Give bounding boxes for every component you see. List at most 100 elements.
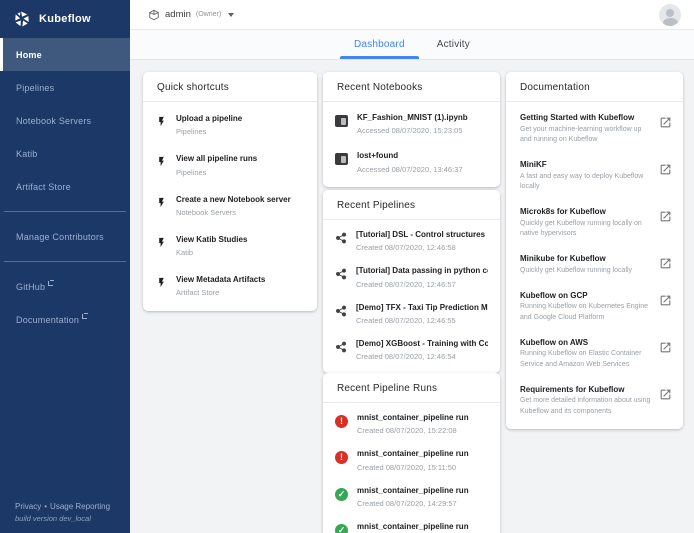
doc-link-minikube[interactable]: Minikube for Kubeflow Quickly get Kubefl… xyxy=(506,246,683,283)
doc-link-kubeflow-aws[interactable]: Kubeflow on AWS Running Kubeflow on Elas… xyxy=(506,330,683,377)
open-in-new-icon xyxy=(659,341,672,354)
pipeline-run-item[interactable]: ! mnist_container_pipeline run Created 0… xyxy=(323,442,500,478)
doc-title: Getting Started with Kubeflow xyxy=(520,112,651,123)
shortcut-view-katib-studies[interactable]: View Katib Studies Katib xyxy=(143,226,317,266)
card-title: Recent Pipelines xyxy=(323,190,500,220)
tab-label: Activity xyxy=(437,39,470,50)
doc-title: Kubeflow on GCP xyxy=(520,290,651,301)
shortcut-subtitle: Artifact Store xyxy=(176,288,305,297)
pipeline-title: [Tutorial] Data passing in python comp..… xyxy=(356,266,488,277)
doc-link-getting-started[interactable]: Getting Started with Kubeflow Get your m… xyxy=(506,105,683,152)
avatar-body xyxy=(663,18,678,26)
doc-description: Running Kubeflow on Elastic Container Se… xyxy=(520,349,651,369)
shortcut-title: Upload a pipeline xyxy=(176,114,305,125)
pipeline-title: [Demo] XGBoost - Training with Confusi..… xyxy=(356,339,488,350)
external-link-icon xyxy=(82,314,87,319)
shortcut-view-metadata-artifacts[interactable]: View Metadata Artifacts Artifact Store xyxy=(143,266,317,306)
tab-dashboard[interactable]: Dashboard xyxy=(338,30,421,59)
recent-notebooks-card: Recent Notebooks KF_Fashion_MNIST (1).ip… xyxy=(323,72,500,187)
run-title: mnist_container_pipeline run xyxy=(357,522,488,533)
pipeline-item[interactable]: [Demo] XGBoost - Training with Confusi..… xyxy=(323,332,500,368)
tab-activity[interactable]: Activity xyxy=(421,30,486,59)
doc-title: Kubeflow on AWS xyxy=(520,337,651,348)
pipeline-item[interactable]: [Demo] TFX - Taxi Tip Prediction Model .… xyxy=(323,296,500,332)
shortcut-subtitle: Pipelines xyxy=(176,127,305,136)
shortcut-create-notebook-server[interactable]: Create a new Notebook server Notebook Se… xyxy=(143,186,317,226)
shortcut-upload-pipeline[interactable]: Upload a pipeline Pipelines xyxy=(143,105,317,145)
sidebar-item-label: Pipelines xyxy=(16,83,54,93)
doc-description: Quickly get Kubeflow running locally on … xyxy=(520,219,651,239)
bolt-icon xyxy=(156,236,167,249)
build-version-text: build version dev_local xyxy=(15,514,110,523)
open-in-new-icon xyxy=(659,163,672,176)
sidebar-item-label: Notebook Servers xyxy=(16,116,91,126)
sidebar-item-label: GitHub xyxy=(16,282,45,292)
pipeline-run-item[interactable]: ✓ mnist_container_pipeline run Created 0… xyxy=(323,479,500,515)
sidebar-item-notebook-servers[interactable]: Notebook Servers xyxy=(0,104,130,137)
sidebar-item-github[interactable]: GitHub xyxy=(0,270,130,303)
pipeline-created: Created 08/07/2020, 12:46:57 xyxy=(356,280,488,289)
pipeline-icon xyxy=(335,341,347,353)
sidebar-item-pipelines[interactable]: Pipelines xyxy=(0,71,130,104)
shortcut-view-pipeline-runs[interactable]: View all pipeline runs Pipelines xyxy=(143,145,317,185)
run-title: mnist_container_pipeline run xyxy=(357,486,488,497)
namespace-icon xyxy=(148,9,160,21)
open-in-new-icon xyxy=(659,257,672,270)
pipeline-item[interactable]: [Tutorial] DSL - Control structures Crea… xyxy=(323,223,500,259)
sidebar-item-label: Manage Contributors xyxy=(16,232,104,242)
open-in-new-icon xyxy=(659,294,672,307)
avatar[interactable] xyxy=(659,4,681,26)
kubeflow-logo-icon xyxy=(13,10,31,28)
usage-reporting-link[interactable]: Usage Reporting xyxy=(50,502,110,511)
sidebar-item-artifact-store[interactable]: Artifact Store xyxy=(0,170,130,203)
namespace-name: admin xyxy=(165,9,191,20)
footer-separator: • xyxy=(44,502,47,511)
sidebar-item-manage-contributors[interactable]: Manage Contributors xyxy=(0,220,130,253)
doc-description: Get your machine-learning workflow up an… xyxy=(520,125,651,145)
open-in-new-icon xyxy=(659,388,672,401)
logo-row[interactable]: Kubeflow xyxy=(0,0,130,30)
doc-link-requirements[interactable]: Requirements for Kubeflow Get more detai… xyxy=(506,377,683,424)
topbar: admin (Owner) xyxy=(130,0,694,30)
tab-label: Dashboard xyxy=(354,39,405,50)
sidebar-item-documentation[interactable]: Documentation xyxy=(0,303,130,336)
run-success-icon: ✓ xyxy=(335,524,348,533)
sidebar-item-label: Artifact Store xyxy=(16,182,71,192)
sidebar-divider xyxy=(4,261,126,262)
run-created: Created 08/07/2020, 14:29:57 xyxy=(357,499,488,508)
notebook-title: lost+found xyxy=(357,151,488,162)
pipeline-item[interactable]: [Tutorial] Data passing in python comp..… xyxy=(323,259,500,295)
notebook-icon xyxy=(335,153,348,165)
doc-link-kubeflow-gcp[interactable]: Kubeflow on GCP Running Kubeflow on Kube… xyxy=(506,283,683,330)
namespace-selector[interactable]: admin (Owner) xyxy=(148,9,234,21)
sidebar-item-katib[interactable]: Katib xyxy=(0,137,130,170)
pipeline-run-item[interactable]: ✓ mnist_container_pipeline run Created 0… xyxy=(323,515,500,533)
notebook-item[interactable]: KF_Fashion_MNIST (1).ipynb Accessed 08/0… xyxy=(323,105,500,143)
shortcut-subtitle: Katib xyxy=(176,248,305,257)
pipeline-run-item[interactable]: ! mnist_container_pipeline run Created 0… xyxy=(323,406,500,442)
card-title: Documentation xyxy=(506,72,683,102)
run-title: mnist_container_pipeline run xyxy=(357,449,488,460)
notebook-accessed: Accessed 08/07/2020, 15:23:05 xyxy=(357,126,488,135)
doc-title: Microk8s for Kubeflow xyxy=(520,206,651,217)
shortcut-subtitle: Pipelines xyxy=(176,168,305,177)
sidebar-footer: Privacy•Usage Reporting build version de… xyxy=(15,502,110,523)
doc-link-microk8s[interactable]: Microk8s for Kubeflow Quickly get Kubefl… xyxy=(506,199,683,246)
sidebar-item-label: Documentation xyxy=(16,315,79,325)
pipeline-created: Created 08/07/2020, 12:46:58 xyxy=(356,243,488,252)
card-title: Recent Notebooks xyxy=(323,72,500,102)
bolt-icon xyxy=(156,196,167,209)
notebook-item[interactable]: lost+found Accessed 08/07/2020, 13:46:37 xyxy=(323,143,500,181)
shortcut-title: Create a new Notebook server xyxy=(176,195,305,206)
privacy-link[interactable]: Privacy xyxy=(15,502,41,511)
sidebar-item-home[interactable]: Home xyxy=(0,38,130,71)
card-title: Recent Pipeline Runs xyxy=(323,373,500,403)
pipeline-icon xyxy=(335,305,347,317)
bolt-icon xyxy=(156,276,167,289)
run-created: Created 08/07/2020, 15:11:50 xyxy=(357,463,488,472)
doc-link-minikf[interactable]: MiniKF A fast and easy way to deploy Kub… xyxy=(506,152,683,199)
bolt-icon xyxy=(156,115,167,128)
doc-description: A fast and easy way to deploy Kubeflow l… xyxy=(520,172,651,192)
sidebar-divider xyxy=(4,211,126,212)
doc-title: Minikube for Kubeflow xyxy=(520,253,651,264)
